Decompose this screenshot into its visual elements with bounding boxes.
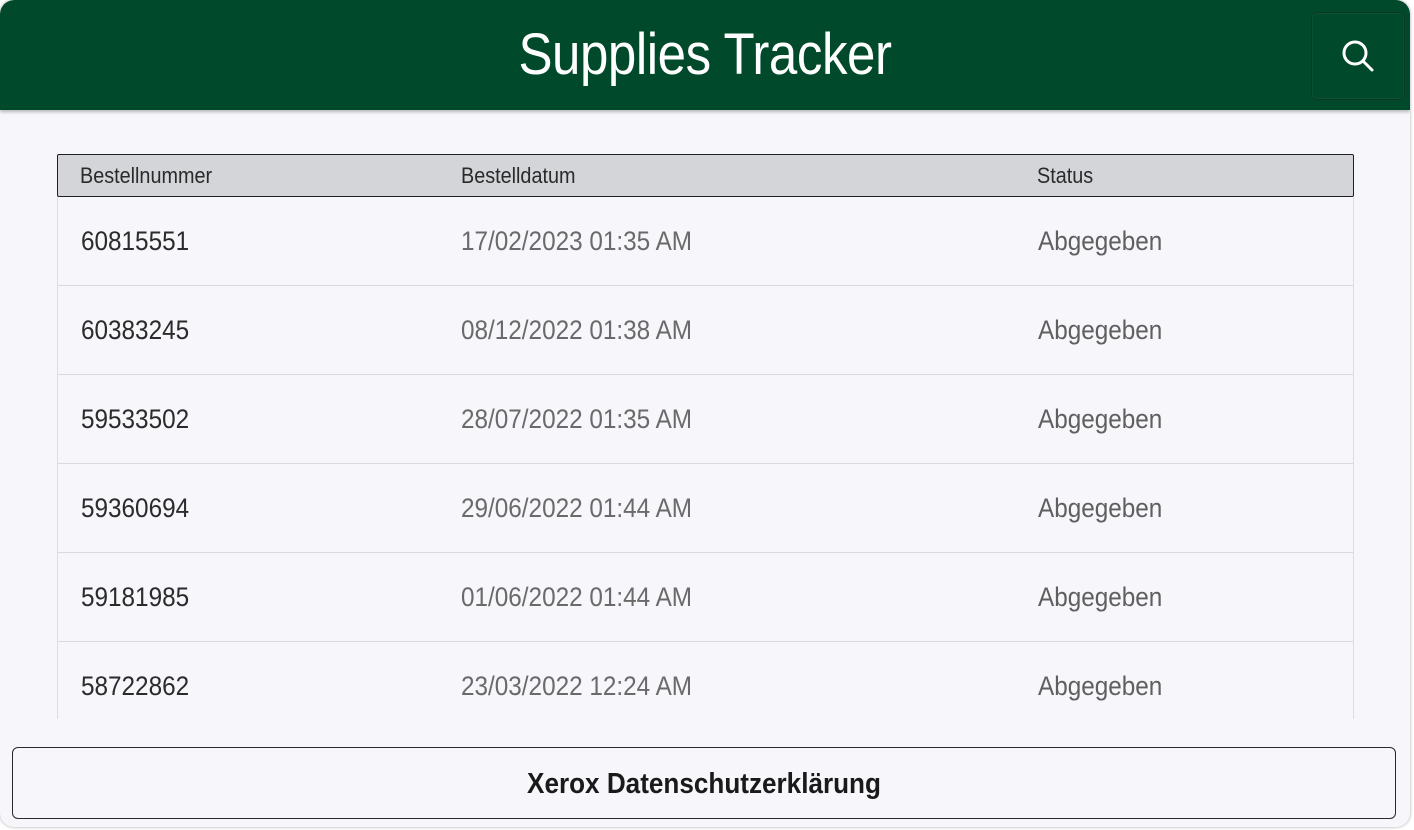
order-date: 08/12/2022 01:38 AM (461, 315, 693, 345)
column-header-status[interactable]: Status (1037, 155, 1093, 196)
supplies-tracker-window: Supplies Tracker Bestellnummer Bestellda… (0, 0, 1410, 827)
order-date: 17/02/2023 01:35 AM (461, 226, 693, 256)
order-status: Abgegeben (1038, 404, 1163, 434)
table-row[interactable]: 59533502 28/07/2022 01:35 AM Abgegeben (58, 375, 1353, 464)
column-header-order-number[interactable]: Bestellnummer (80, 155, 212, 196)
order-date: 28/07/2022 01:35 AM (461, 404, 693, 434)
search-icon (1342, 40, 1374, 72)
table-row[interactable]: 58722862 23/03/2022 12:24 AM Abgegeben (58, 642, 1353, 719)
table-row[interactable]: 59181985 01/06/2022 01:44 AM Abgegeben (58, 553, 1353, 642)
order-date: 23/03/2022 12:24 AM (461, 671, 693, 701)
table-row[interactable]: 60815551 17/02/2023 01:35 AM Abgegeben (58, 197, 1353, 286)
order-number: 59533502 (81, 404, 190, 434)
column-header-order-date[interactable]: Bestelldatum (461, 155, 575, 196)
order-number: 59181985 (81, 582, 190, 612)
order-status: Abgegeben (1038, 493, 1163, 523)
order-number: 58722862 (81, 671, 190, 701)
order-number: 60383245 (81, 315, 190, 345)
table-header: Bestellnummer Bestelldatum Status (57, 154, 1354, 197)
order-status: Abgegeben (1038, 315, 1163, 345)
order-status: Abgegeben (1038, 582, 1163, 612)
privacy-statement-label: Xerox Datenschutzerklärung (527, 768, 881, 800)
order-status: Abgegeben (1038, 226, 1163, 256)
order-date: 29/06/2022 01:44 AM (461, 493, 693, 523)
page-title: Supplies Tracker (518, 22, 892, 87)
privacy-statement-button[interactable]: Xerox Datenschutzerklärung (12, 747, 1396, 819)
table-body: 60815551 17/02/2023 01:35 AM Abgegeben 6… (57, 197, 1354, 719)
order-date: 01/06/2022 01:44 AM (461, 582, 693, 612)
app-header: Supplies Tracker (0, 0, 1410, 110)
orders-table: Bestellnummer Bestelldatum Status 608155… (57, 154, 1354, 719)
order-status: Abgegeben (1038, 671, 1163, 701)
table-row[interactable]: 60383245 08/12/2022 01:38 AM Abgegeben (58, 286, 1353, 375)
order-number: 59360694 (81, 493, 190, 523)
table-row[interactable]: 59360694 29/06/2022 01:44 AM Abgegeben (58, 464, 1353, 553)
search-button[interactable] (1311, 12, 1405, 100)
order-number: 60815551 (81, 226, 190, 256)
